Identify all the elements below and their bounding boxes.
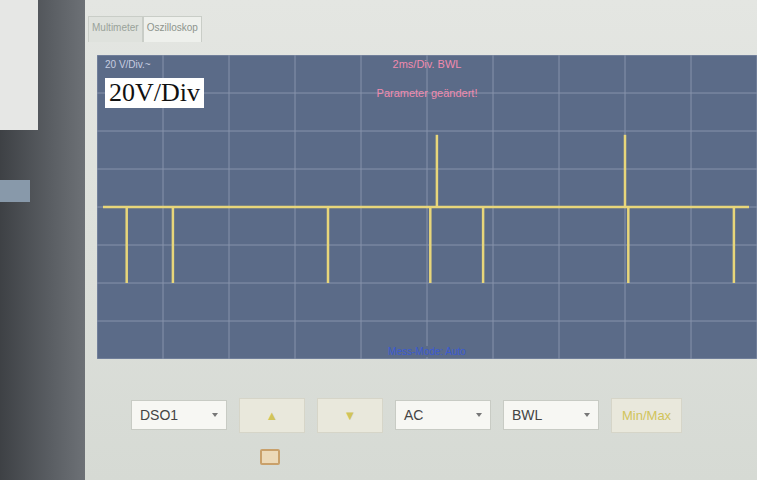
trace-pulse xyxy=(125,207,128,283)
dropdown[interactable]: DSO1 xyxy=(131,400,227,430)
grid-line xyxy=(97,55,757,56)
button[interactable]: Min/Max xyxy=(611,398,682,433)
trace-pulse xyxy=(429,207,432,283)
grid-line xyxy=(97,169,757,170)
caret-icon xyxy=(584,413,590,417)
trace-pulse xyxy=(624,135,627,207)
dropdown[interactable]: AC xyxy=(395,400,491,430)
photo: MultimeterOszilloskop 20 V/Div.~ 2ms/Div… xyxy=(0,0,757,480)
tab[interactable]: Multimeter xyxy=(88,16,143,42)
laptop-bezel xyxy=(0,0,85,480)
screen: MultimeterOszilloskop 20 V/Div.~ 2ms/Div… xyxy=(85,0,757,480)
display-labels: 20 V/Div.~ 2ms/Div. BWL 20V/Div Paramete… xyxy=(97,55,757,359)
grid-line xyxy=(97,245,757,246)
trace-pulse xyxy=(436,135,439,207)
caret-icon xyxy=(212,413,218,417)
grid-line xyxy=(625,55,626,359)
annotation-label: 20V/Div xyxy=(105,78,204,108)
grid-line xyxy=(97,283,757,284)
trace-baseline xyxy=(103,206,749,209)
grid-line xyxy=(97,321,757,322)
control-bar: DSO1 ▲ ▼ AC BWL Min/Max xyxy=(131,395,757,435)
grid-line xyxy=(97,131,757,132)
notice-label: Parameter geändert! xyxy=(377,87,478,99)
trace-pulse xyxy=(172,207,175,283)
mode-label: Mess-Mode: Auto xyxy=(386,346,468,357)
button[interactable]: ▲ xyxy=(239,398,305,433)
caret-icon xyxy=(476,413,482,417)
taskbar-strip xyxy=(85,435,757,465)
button[interactable]: ▼ xyxy=(317,398,383,433)
trace-pulse xyxy=(482,207,485,283)
grid-line xyxy=(97,207,757,208)
dropdown[interactable]: BWL xyxy=(503,400,599,430)
trace-pulse xyxy=(627,207,630,283)
scale-label: 20 V/Div.~ xyxy=(105,59,393,70)
trace-pulse xyxy=(733,207,736,283)
tab-bar: MultimeterOszilloskop xyxy=(85,0,757,42)
timebase-label: 2ms/Div. BWL xyxy=(393,58,462,70)
trace-pulse xyxy=(327,207,330,283)
scope-display: 20 V/Div.~ 2ms/Div. BWL 20V/Div Paramete… xyxy=(97,55,757,359)
tab[interactable]: Oszilloskop xyxy=(143,16,202,42)
grid-line xyxy=(97,359,757,360)
app-icon[interactable] xyxy=(260,449,280,465)
